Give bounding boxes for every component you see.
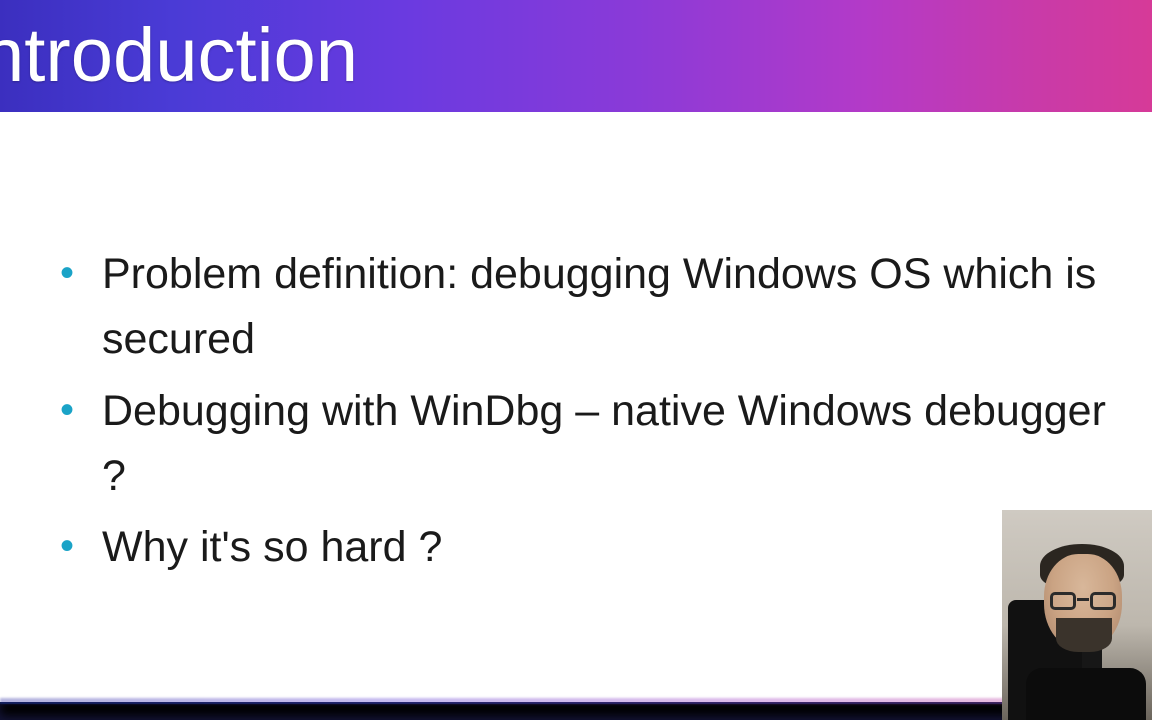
presenter-webcam-overlay bbox=[1002, 510, 1152, 720]
bullet-list: Problem definition: debugging Windows OS… bbox=[40, 242, 1112, 581]
bullet-item: Debugging with WinDbg – native Windows d… bbox=[40, 379, 1112, 510]
bullet-item: Problem definition: debugging Windows OS… bbox=[40, 242, 1112, 373]
slide-body: Problem definition: debugging Windows OS… bbox=[0, 112, 1152, 581]
presentation-slide: ntroduction Problem definition: debuggin… bbox=[0, 0, 1152, 720]
slide-title: ntroduction bbox=[0, 18, 358, 94]
bullet-item: Why it's so hard ? bbox=[40, 515, 1112, 580]
slide-title-bar: ntroduction bbox=[0, 0, 1152, 112]
slide-footer-strip bbox=[0, 702, 1152, 720]
